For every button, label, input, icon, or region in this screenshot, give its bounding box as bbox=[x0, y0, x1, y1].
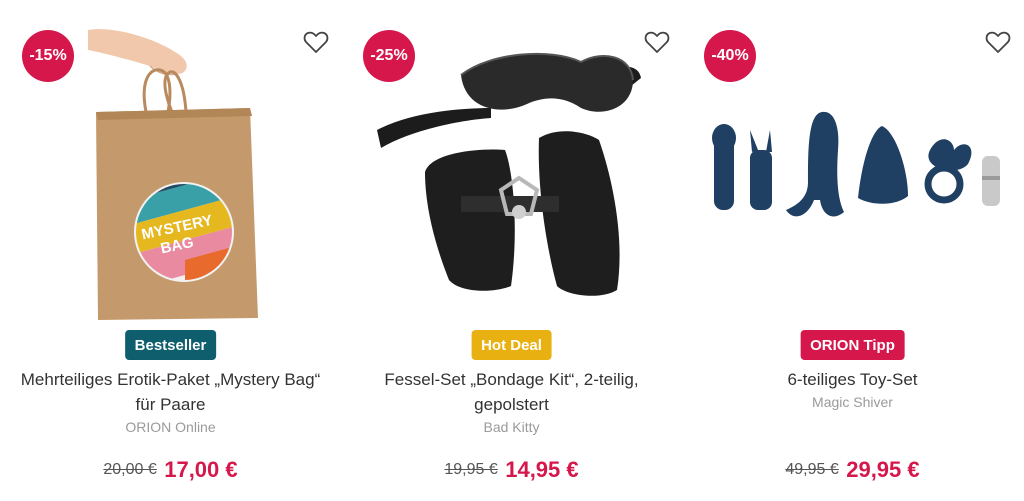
sale-price: 17,00 € bbox=[164, 457, 238, 482]
product-brand: Magic Shiver bbox=[812, 394, 893, 410]
product-price: 19,95 € 14,95 € bbox=[341, 457, 682, 483]
product-card-toy-set[interactable]: -40% ORION Tipp 6-teiliges Toy-Set Magic… bbox=[682, 0, 1023, 501]
sale-price: 14,95 € bbox=[505, 457, 579, 482]
product-card-mystery-bag[interactable]: MYSTERY BAG -15% Bestseller Mehrteiliges… bbox=[0, 0, 341, 501]
product-badge: Hot Deal bbox=[471, 330, 552, 360]
product-brand: Bad Kitty bbox=[483, 419, 540, 435]
product-price: 20,00 € 17,00 € bbox=[0, 457, 341, 483]
product-title[interactable]: 6-teiliges Toy-Set bbox=[692, 367, 1013, 392]
product-badge: ORION Tipp bbox=[800, 330, 905, 360]
product-title[interactable]: Mehrteiliges Erotik-Paket „Mystery Bag“ … bbox=[10, 367, 331, 417]
product-grid: MYSTERY BAG -15% Bestseller Mehrteiliges… bbox=[0, 0, 1024, 501]
old-price: 20,00 € bbox=[103, 461, 157, 478]
sale-price: 29,95 € bbox=[846, 457, 920, 482]
product-title[interactable]: Fessel-Set „Bondage Kit“, 2-teilig, gepo… bbox=[351, 367, 672, 417]
old-price: 49,95 € bbox=[785, 461, 839, 478]
wishlist-heart-icon[interactable] bbox=[303, 30, 329, 54]
discount-badge: -25% bbox=[363, 30, 415, 82]
wishlist-heart-icon[interactable] bbox=[644, 30, 670, 54]
product-brand: ORION Online bbox=[125, 419, 216, 435]
old-price: 19,95 € bbox=[444, 461, 498, 478]
wishlist-heart-icon[interactable] bbox=[985, 30, 1011, 54]
product-badge: Bestseller bbox=[124, 330, 217, 360]
discount-badge: -15% bbox=[22, 30, 74, 82]
discount-badge: -40% bbox=[704, 30, 756, 82]
product-price: 49,95 € 29,95 € bbox=[682, 457, 1023, 483]
product-card-bondage-kit[interactable]: -25% Hot Deal Fessel-Set „Bondage Kit“, … bbox=[341, 0, 682, 501]
